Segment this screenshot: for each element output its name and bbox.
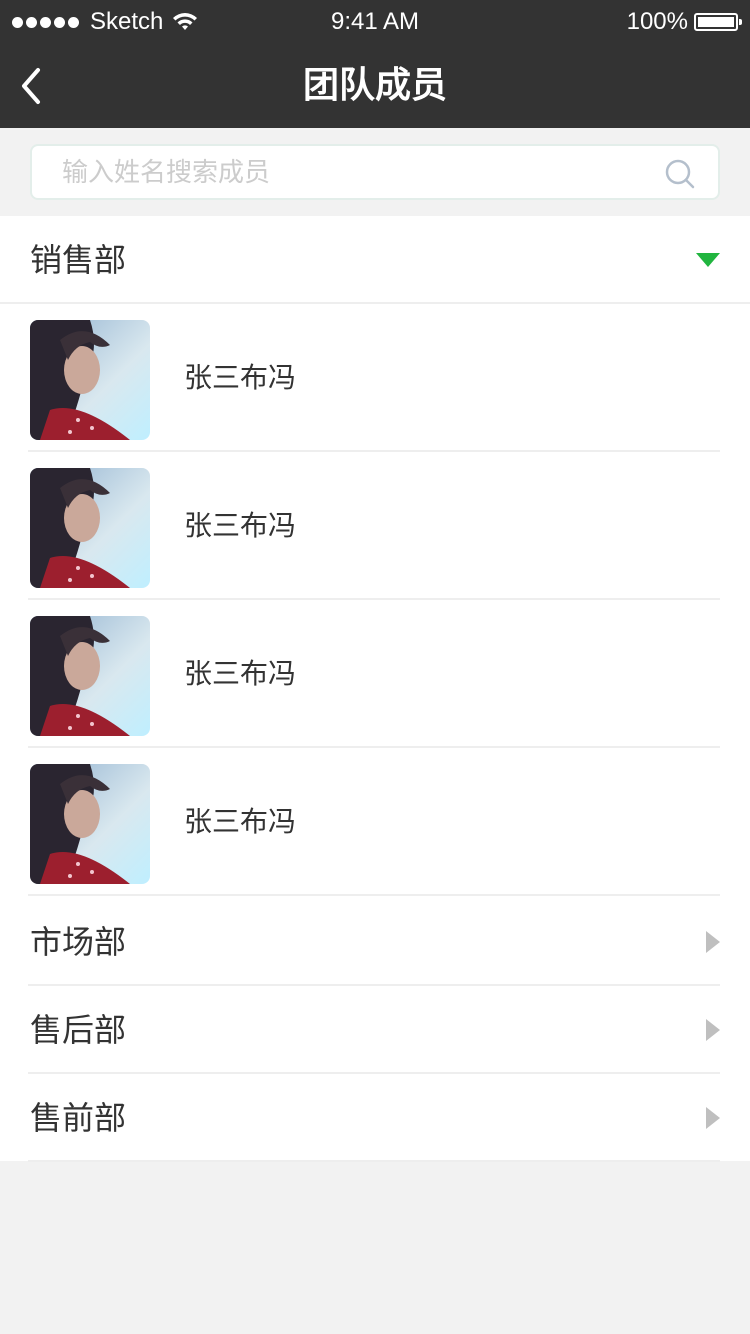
group-header-sales[interactable]: 销售部 [0,216,750,304]
avatar [30,320,150,440]
caret-right-icon [706,1107,720,1129]
status-bar: Sketch 9:41 AM 100% [0,0,750,44]
member-row[interactable]: 张三布冯 [0,748,750,896]
department-list: 销售部 张三布冯 张三布冯 张三布冯 张三布冯 市场部 售后部 售前部 [0,216,750,1162]
search-box [30,144,720,200]
avatar [30,616,150,736]
group-header-pre-sales[interactable]: 售前部 [0,1074,750,1162]
page-title: 团队成员 [302,65,447,106]
avatar [30,764,150,884]
divider [28,894,720,896]
caret-down-icon [696,253,720,267]
group-label: 市场部 [30,923,127,961]
member-row[interactable]: 张三布冯 [0,304,750,452]
caret-right-icon [706,1019,720,1041]
group-header-marketing[interactable]: 市场部 [0,898,750,986]
search-icon[interactable] [664,158,696,190]
nav-bar: 团队成员 [0,44,750,128]
member-row[interactable]: 张三布冯 [0,600,750,748]
member-name: 张三布冯 [184,657,297,690]
search-area [0,128,750,216]
battery-icon [694,13,742,31]
group-header-after-sales[interactable]: 售后部 [0,986,750,1074]
status-right: 100% [626,8,742,36]
member-name: 张三布冯 [184,509,297,542]
group-label: 售后部 [30,1011,127,1049]
battery-percent: 100% [626,8,688,35]
member-name: 张三布冯 [184,805,297,838]
avatar [30,468,150,588]
search-input[interactable] [60,152,644,194]
caret-right-icon [706,931,720,953]
group-label: 售前部 [30,1099,127,1137]
divider [28,1160,720,1162]
member-name: 张三布冯 [184,361,297,394]
group-label: 销售部 [30,241,127,279]
member-row[interactable]: 张三布冯 [0,452,750,600]
